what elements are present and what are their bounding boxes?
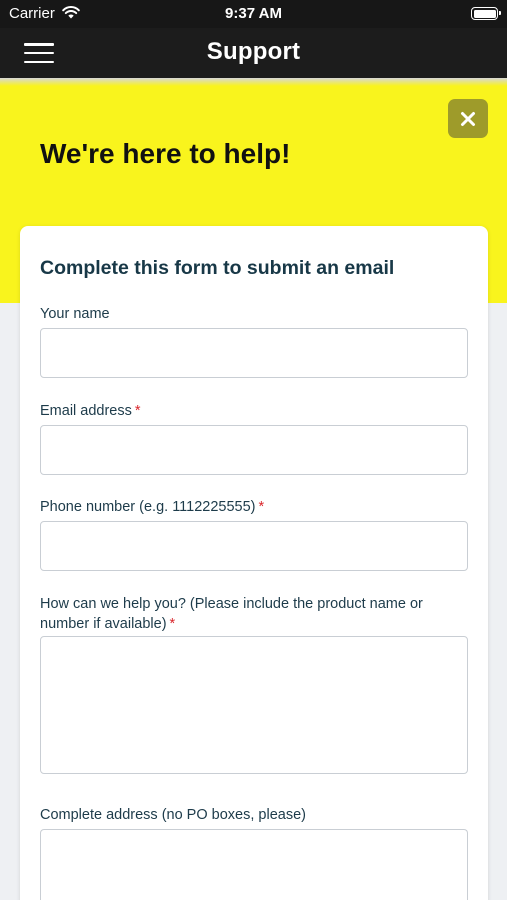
required-marker: * — [169, 615, 176, 632]
status-bar: Carrier 9:37 AM — [0, 0, 507, 28]
form-title: Complete this form to submit an email — [40, 257, 395, 279]
address-label: Complete address (no PO boxes, please) — [40, 806, 306, 825]
message-label: How can we help you? (Please include the… — [40, 595, 470, 634]
email-label-text: Email address — [40, 403, 132, 419]
close-button[interactable] — [448, 99, 488, 138]
nav-bar: Support — [0, 28, 507, 78]
nav-shadow — [0, 78, 507, 86]
phone-label: Phone number (e.g. 1112225555) * — [40, 498, 264, 517]
page-title: Support — [206, 38, 301, 65]
message-label-text: How can we help you? (Please include the… — [40, 596, 423, 632]
battery-icon — [471, 7, 501, 20]
phone-label-text: Phone number (e.g. 1112225555) — [40, 499, 256, 515]
phone-field[interactable] — [40, 521, 468, 571]
address-field[interactable] — [40, 829, 468, 900]
status-time: 9:37 AM — [225, 5, 282, 22]
close-icon — [461, 111, 475, 126]
message-textarea[interactable] — [40, 636, 468, 774]
name-label-text: Your name — [40, 306, 110, 322]
hero-title: We're here to help! — [40, 138, 291, 169]
email-label: Email address * — [40, 402, 141, 421]
email-field[interactable] — [40, 425, 468, 475]
name-field[interactable] — [40, 328, 468, 378]
required-marker: * — [258, 499, 265, 515]
name-label: Your name — [40, 305, 110, 324]
required-marker: * — [134, 403, 141, 419]
address-label-text: Complete address (no PO boxes, please) — [40, 807, 306, 823]
